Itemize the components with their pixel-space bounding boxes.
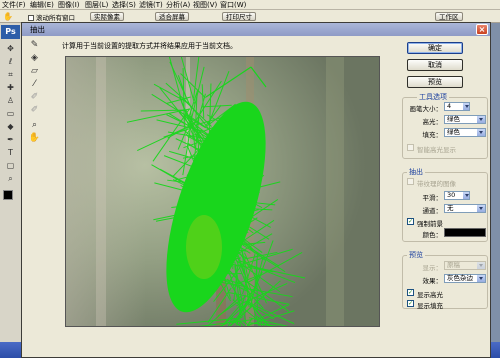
preview-title: 预览 — [407, 250, 425, 260]
extraction-title: 抽出 — [407, 167, 425, 177]
pen-tool-icon[interactable]: ✒ — [3, 134, 18, 145]
show-fill-checkbox[interactable]: ✓ — [407, 300, 414, 307]
smooth-input[interactable]: 30 — [444, 191, 470, 200]
move-tool-icon[interactable]: ✥ — [3, 43, 18, 54]
scroll-all-windows-label: 滚动所有窗口 — [36, 14, 75, 22]
highlighter-label: 高光： — [422, 118, 443, 126]
workspace-button[interactable]: 工作区 — [435, 12, 463, 21]
extract-tools: ✎ ◈ ▱ ⁄ ✐ ✐ ⌕ ✋ — [26, 40, 44, 143]
blur-tool-icon[interactable]: ◆ — [3, 121, 18, 132]
controls-panel: 确定 取消 预览 工具选项 画笔大小： 4 高光： 绿色 填充： 绿色 智能高光… — [401, 40, 489, 358]
show-highlight-label: 显示高光 — [417, 291, 443, 299]
toolbox: Ps ✥ ℓ ⌗ ✚ ♙ ▭ ◆ ✒ T ▢ ⌕ — [0, 23, 22, 358]
menu-image[interactable]: 图像(I) — [58, 0, 80, 10]
smart-highlighting-label: 智能高光显示 — [417, 146, 456, 154]
highlighter-value: 绿色 — [447, 115, 460, 123]
cancel-button[interactable]: 取消 — [407, 59, 463, 71]
textured-image-label: 带纹理的图像 — [417, 180, 456, 188]
preview-canvas[interactable] — [65, 56, 380, 327]
highlighter-select[interactable]: 绿色 — [444, 115, 486, 124]
menu-analysis[interactable]: 分析(A) — [166, 0, 190, 10]
menu-edit[interactable]: 编辑(E) — [30, 0, 54, 10]
shape-tool-icon[interactable]: ▢ — [3, 160, 18, 171]
actual-pixels-button[interactable]: 实际像素 — [90, 12, 124, 21]
caterpillar-photo — [66, 57, 379, 326]
zoom-icon[interactable]: ⌕ — [27, 120, 42, 131]
show-highlight-checkbox[interactable]: ✓ — [407, 289, 414, 296]
fit-screen-button[interactable]: 适合屏幕 — [155, 12, 189, 21]
ok-button[interactable]: 确定 — [407, 42, 463, 54]
zoom-tool-icon[interactable]: ⌕ — [3, 173, 18, 184]
type-tool-icon[interactable]: T — [3, 147, 18, 158]
smart-highlighting-checkbox[interactable] — [407, 144, 414, 151]
channel-label: 通道： — [422, 207, 443, 215]
menu-file[interactable]: 文件(F) — [2, 0, 26, 10]
force-foreground-color-swatch[interactable] — [444, 228, 486, 237]
smooth-value: 30 — [447, 191, 456, 199]
effect-select[interactable]: 灰色杂边 — [444, 274, 486, 283]
menu-view[interactable]: 视图(V) — [193, 0, 217, 10]
cleanup-tool-icon[interactable]: ✐ — [27, 92, 42, 103]
brush-size-input[interactable]: 4 — [444, 102, 470, 111]
lasso-tool-icon[interactable]: ℓ — [3, 56, 18, 67]
menu-window[interactable]: 窗口(W) — [220, 0, 246, 10]
show-select[interactable]: 原稿 — [444, 261, 486, 270]
channel-value: 无 — [447, 204, 454, 212]
edge-touchup-tool-icon[interactable]: ✐ — [27, 105, 42, 116]
force-foreground-label: 强制前景 — [417, 220, 443, 228]
hand-icon[interactable]: ✋ — [27, 133, 42, 144]
menu-select[interactable]: 选择(S) — [112, 0, 136, 10]
smooth-label: 平滑： — [422, 194, 443, 202]
scroll-all-windows-checkbox[interactable]: 滚动所有窗口 — [28, 12, 75, 22]
close-icon[interactable]: × — [476, 24, 488, 35]
brush-size-label: 画笔大小： — [409, 105, 443, 113]
stamp-tool-icon[interactable]: ♙ — [3, 95, 18, 106]
menu-filter[interactable]: 滤镜(T) — [139, 0, 163, 10]
photoshop-logo: Ps — [1, 25, 20, 39]
dialog-title: 抽出 — [22, 23, 490, 36]
print-size-button[interactable]: 打印尺寸 — [222, 12, 256, 21]
force-foreground-checkbox[interactable]: ✓ — [407, 218, 414, 225]
menu-layer[interactable]: 图层(L) — [85, 0, 108, 10]
textured-image-checkbox[interactable] — [407, 178, 414, 185]
effect-label: 效果： — [422, 277, 443, 285]
heal-tool-icon[interactable]: ✚ — [3, 82, 18, 93]
fill-tool-icon[interactable]: ◈ — [27, 53, 42, 64]
color-label: 颜色： — [422, 231, 443, 239]
eraser-icon[interactable]: ▱ — [27, 66, 42, 77]
effect-value: 灰色杂边 — [447, 274, 473, 282]
eyedropper-icon[interactable]: ⁄ — [27, 79, 42, 90]
eraser-tool-icon[interactable]: ▭ — [3, 108, 18, 119]
hand-tool-icon: ✋ — [3, 12, 13, 21]
show-fill-label: 显示填充 — [417, 302, 443, 310]
extract-dialog: 抽出 × ✎ ◈ ▱ ⁄ ✐ ✐ ⌕ ✋ 计算用于当前设置的提取方式并将结果应用… — [21, 22, 491, 358]
channel-select[interactable]: 无 — [444, 204, 486, 213]
tool-options-title: 工具选项 — [417, 92, 449, 102]
show-value: 原稿 — [447, 261, 460, 269]
crop-tool-icon[interactable]: ⌗ — [3, 69, 18, 80]
instruction-text: 计算用于当前设置的提取方式并将结果应用于当前文档。 — [62, 42, 237, 50]
edge-highlighter-tool-icon[interactable]: ✎ — [27, 40, 42, 51]
foreground-color-swatch[interactable] — [3, 190, 13, 200]
fill-value: 绿色 — [447, 128, 460, 136]
show-label: 显示： — [422, 264, 443, 272]
menu-bar: 文件(F) 编辑(E) 图像(I) 图层(L) 选择(S) 滤镜(T) 分析(A… — [0, 0, 500, 10]
preview-button[interactable]: 预览 — [407, 76, 463, 88]
fill-select[interactable]: 绿色 — [444, 128, 486, 137]
brush-size-value: 4 — [447, 102, 452, 110]
fill-label: 填充： — [422, 131, 443, 139]
